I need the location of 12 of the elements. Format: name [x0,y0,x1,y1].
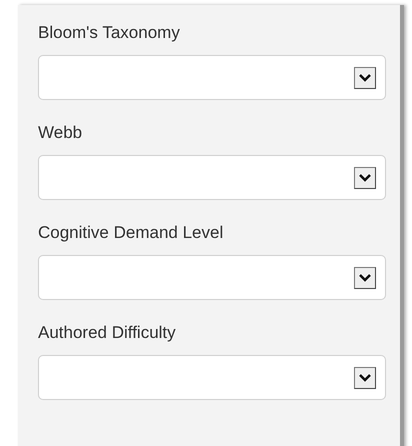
chevron-down-icon[interactable] [354,266,376,288]
dropdown-field[interactable] [38,355,386,400]
dropdown-field[interactable] [38,255,386,300]
chevron-down-icon[interactable] [354,166,376,188]
dropdown-field[interactable] [38,55,386,100]
field-label: Authored Difficulty [38,322,177,344]
chevron-down-icon[interactable] [354,66,376,88]
chevron-down-icon[interactable] [354,366,376,388]
field-label: Webb [38,122,84,144]
dropdown-field[interactable] [38,155,386,200]
field-label: Bloom's Taxonomy [38,22,181,44]
field-label: Cognitive Demand Level [38,222,224,244]
